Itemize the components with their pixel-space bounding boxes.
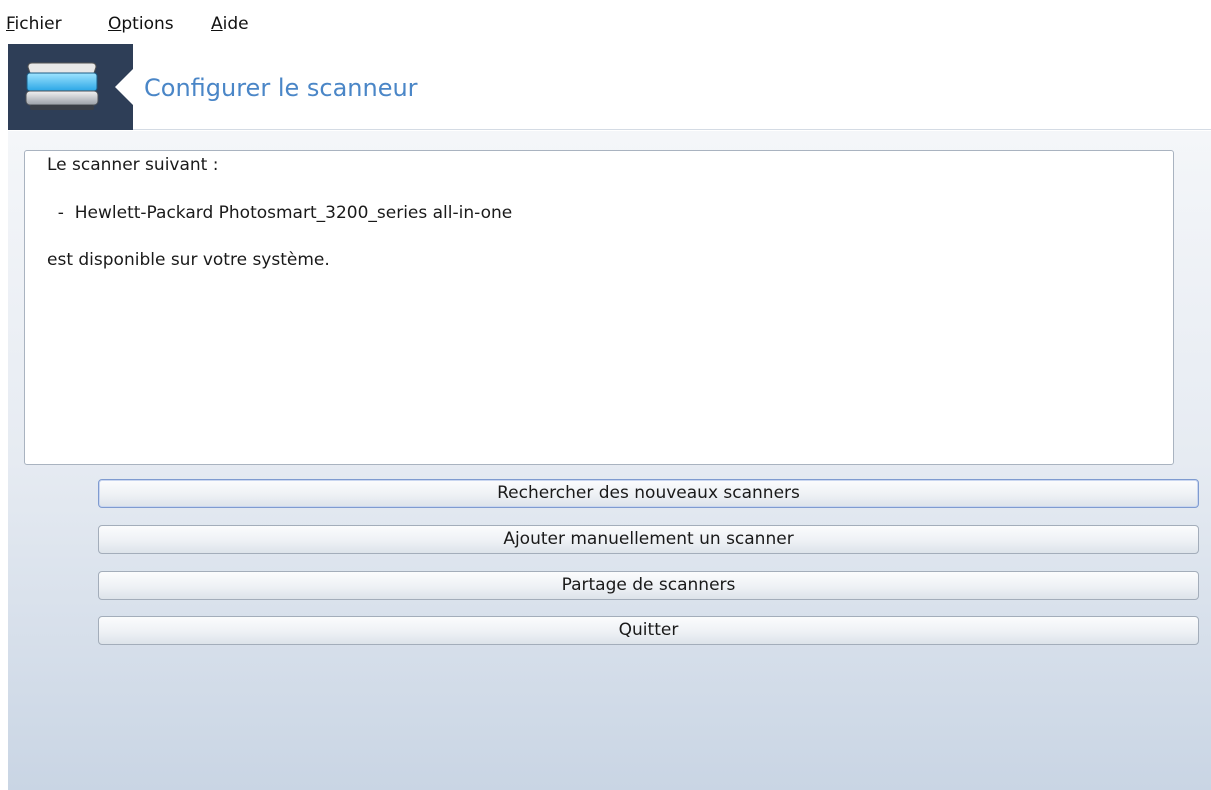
scanner-sharing-button[interactable]: Partage de scanners bbox=[98, 571, 1199, 600]
menu-options-mnemonic: O bbox=[108, 14, 122, 34]
header-notch bbox=[115, 69, 133, 105]
menu-options-label: ptions bbox=[121, 14, 174, 34]
menu-aide-label: ide bbox=[222, 14, 249, 34]
add-scanner-manually-button[interactable]: Ajouter manuellement un scanner bbox=[98, 525, 1199, 554]
menu-fichier-label: ichier bbox=[14, 14, 62, 34]
page-title: Configurer le scanneur bbox=[144, 74, 418, 102]
menu-fichier-mnemonic: F bbox=[6, 14, 15, 34]
menu-fichier[interactable]: Fichier bbox=[6, 14, 62, 34]
info-line-status: est disponible sur votre système. bbox=[47, 250, 330, 270]
search-new-scanners-button[interactable]: Rechercher des nouveaux scanners bbox=[98, 479, 1199, 508]
info-line-scanner: - Hewlett-Packard Photosmart_3200_series… bbox=[47, 203, 513, 223]
menu-options[interactable]: Options bbox=[108, 14, 174, 34]
scanner-icon bbox=[25, 62, 99, 110]
menu-aide[interactable]: Aide bbox=[211, 14, 249, 34]
info-line-intro: Le scanner suivant : bbox=[47, 155, 219, 175]
menu-bar: Fichier Options Aide bbox=[0, 0, 1211, 42]
menu-aide-mnemonic: A bbox=[211, 14, 223, 34]
main-panel: Le scanner suivant : - Hewlett-Packard P… bbox=[8, 131, 1211, 790]
scanner-info-textbox[interactable]: Le scanner suivant : - Hewlett-Packard P… bbox=[24, 150, 1174, 465]
quit-button[interactable]: Quitter bbox=[98, 616, 1199, 645]
header-icon-panel bbox=[8, 44, 133, 130]
header-banner: Configurer le scanneur bbox=[8, 44, 1211, 130]
